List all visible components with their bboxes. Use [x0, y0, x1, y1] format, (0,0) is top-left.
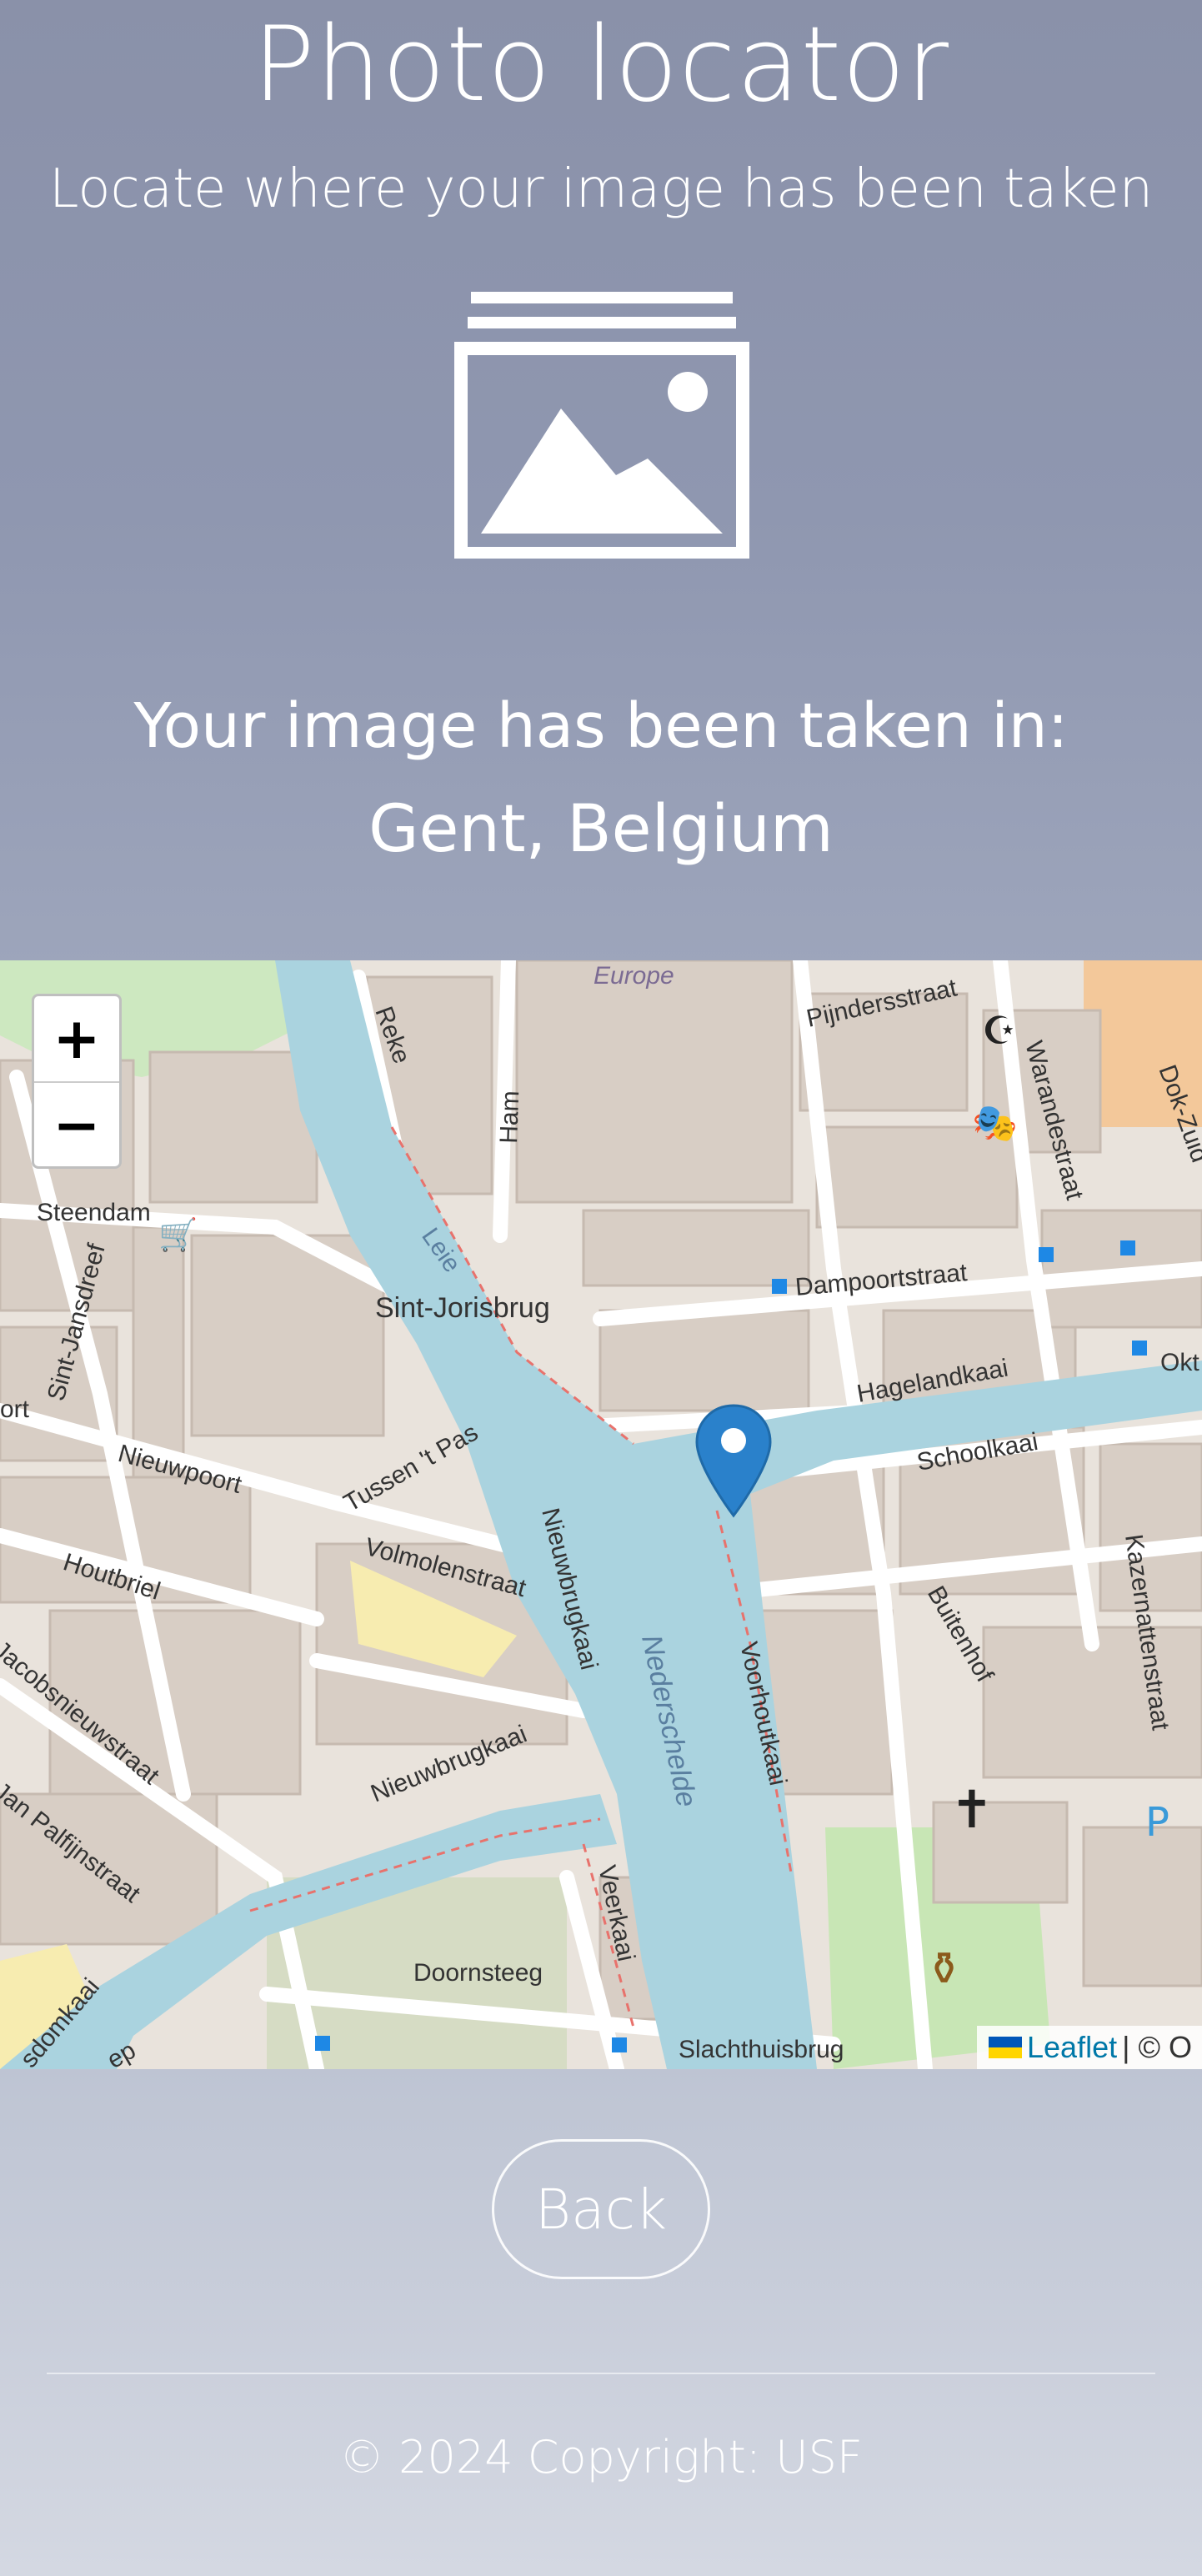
- result-label: Your image has been taken in:: [133, 690, 1069, 762]
- map-view[interactable]: Europe Pijndersstraat Warandestraat Dok-…: [0, 960, 1202, 2069]
- parking-icon: P: [1145, 1799, 1169, 1846]
- map-label-sint-jorisbrug: Sint-Jorisbrug: [375, 1292, 550, 1324]
- map-label-europe: Europe: [593, 962, 674, 990]
- map-label-slachthuisbrug: Slachthuisbrug: [679, 2036, 844, 2063]
- map-tiles[interactable]: Europe Pijndersstraat Warandestraat Dok-…: [0, 960, 1202, 2069]
- ukraine-flag-icon: [989, 2037, 1023, 2058]
- page-title: Photo locator: [252, 5, 950, 125]
- attribution-text: | © O: [1122, 2030, 1192, 2064]
- shop-icon: 🛒: [158, 1216, 198, 1253]
- map-attribution: Leaflet | © O: [977, 2026, 1202, 2069]
- page-subtitle: Locate where your image has been taken: [48, 158, 1154, 220]
- footer-divider: [47, 2373, 1155, 2374]
- mosque-icon: ☪: [982, 1008, 1016, 1053]
- zoom-out-button[interactable]: −: [34, 1083, 119, 1168]
- map-label-okt: Okt: [1160, 1349, 1199, 1376]
- map-label-ham: Ham: [495, 1090, 524, 1144]
- zoom-control: + −: [32, 994, 122, 1169]
- map-label-steendam: Steendam: [37, 1199, 151, 1226]
- leaflet-link[interactable]: Leaflet: [1027, 2030, 1117, 2065]
- footer-copyright: © 2024 Copyright: USF: [339, 2431, 863, 2483]
- museum-icon: ⚱: [925, 1942, 963, 1995]
- image-stack-icon: [454, 292, 749, 559]
- zoom-in-button[interactable]: +: [34, 996, 119, 1083]
- back-button[interactable]: Back: [492, 2139, 710, 2279]
- result-location: Gent, Belgium: [368, 792, 834, 867]
- church-icon: ✝: [950, 1779, 994, 1840]
- map-label-ort: ort: [0, 1396, 30, 1423]
- map-marker-icon[interactable]: [694, 1402, 774, 1519]
- theatre-icon: 🎭: [972, 1102, 1018, 1145]
- map-label-doornsteeg: Doornsteeg: [413, 1959, 543, 1987]
